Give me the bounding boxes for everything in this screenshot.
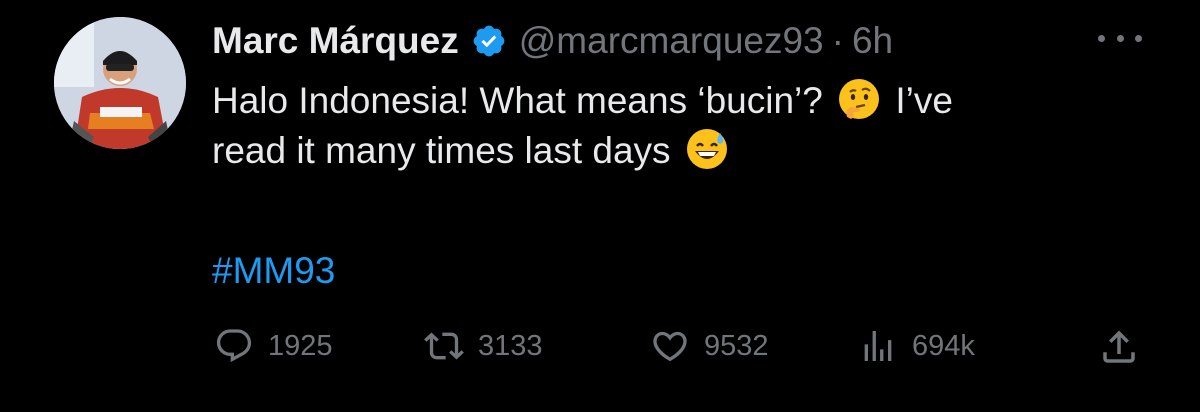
more-icon[interactable] (1098, 30, 1142, 46)
repost-button[interactable]: 3133 (424, 320, 543, 372)
reply-button[interactable]: 1925 (214, 320, 333, 372)
share-button[interactable] (1098, 326, 1140, 368)
more-dot (1098, 34, 1105, 42)
views-icon (864, 331, 892, 361)
views-count: 694k (912, 329, 975, 362)
repost-count: 3133 (478, 329, 543, 362)
avatar[interactable] (54, 17, 186, 149)
thinking-face-emoji (837, 77, 881, 121)
reply-count: 1925 (268, 329, 333, 362)
tweet-text-part1: Halo Indonesia! What means ‘bucin’? (212, 80, 834, 121)
heart-icon (653, 331, 687, 362)
timestamp[interactable]: 6h (852, 20, 893, 62)
repost-icon (424, 332, 464, 360)
tweet-text: Halo Indonesia! What means ‘bucin’? I’ve… (212, 76, 1172, 176)
verified-badge-icon (471, 23, 507, 59)
more-dot (1116, 34, 1124, 42)
tweet-header: Marc Márquez @marcmarquez93 · 6h (212, 14, 893, 68)
avatar-image (54, 17, 186, 149)
author-handle[interactable]: @marcmarquez93 (519, 20, 824, 62)
reply-icon (216, 329, 252, 363)
share-icon (1103, 330, 1135, 363)
like-count: 9532 (704, 329, 769, 362)
like-button[interactable]: 9532 (650, 320, 769, 372)
header-separator: · (831, 20, 844, 61)
more-dot (1135, 34, 1142, 42)
author-name[interactable]: Marc Márquez (212, 20, 459, 62)
grinning-sweat-emoji (685, 127, 729, 171)
views-button[interactable]: 694k (858, 320, 975, 372)
hashtag-link[interactable]: #MM93 (212, 246, 335, 296)
